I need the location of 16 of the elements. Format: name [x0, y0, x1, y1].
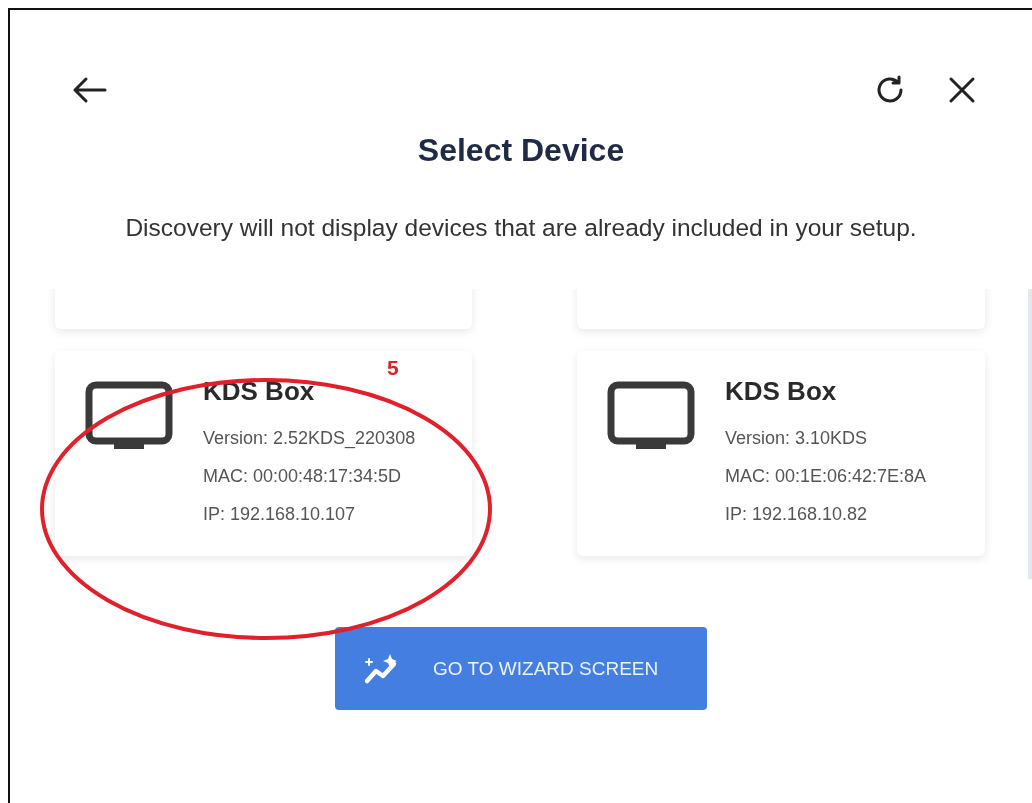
device-ip: IP: 192.168.10.82 — [725, 503, 868, 526]
dialog-description: Discovery will not display devices that are already included in your setup. — [124, 213, 918, 243]
wizard-button[interactable]: GO TO WIZARD SCREEN — [335, 627, 707, 710]
dialog-title: Select Device — [417, 131, 625, 170]
monitor-icon — [607, 381, 695, 451]
device-mac: MAC: 00:1E:06:42:7E:8A — [725, 465, 927, 488]
monitor-icon — [85, 381, 173, 451]
device-ip: IP: 192.168.10.107 — [203, 503, 356, 526]
device-version: Version: 3.10KDS — [725, 427, 868, 450]
device-card[interactable]: KDS Box Version: 3.10KDS MAC: 00:1E:06:42:7E:8A IP: 192.168.10.82 — [577, 351, 985, 556]
device-name: KDS Box — [725, 375, 837, 407]
back-arrow-icon — [71, 76, 107, 104]
device-version: Version: 2.52KDS_220308 — [203, 427, 416, 451]
annotation-number: 5 — [387, 356, 399, 380]
device-mac: MAC: 00:00:48:17:34:5D — [203, 465, 402, 488]
close-icon — [948, 76, 976, 104]
